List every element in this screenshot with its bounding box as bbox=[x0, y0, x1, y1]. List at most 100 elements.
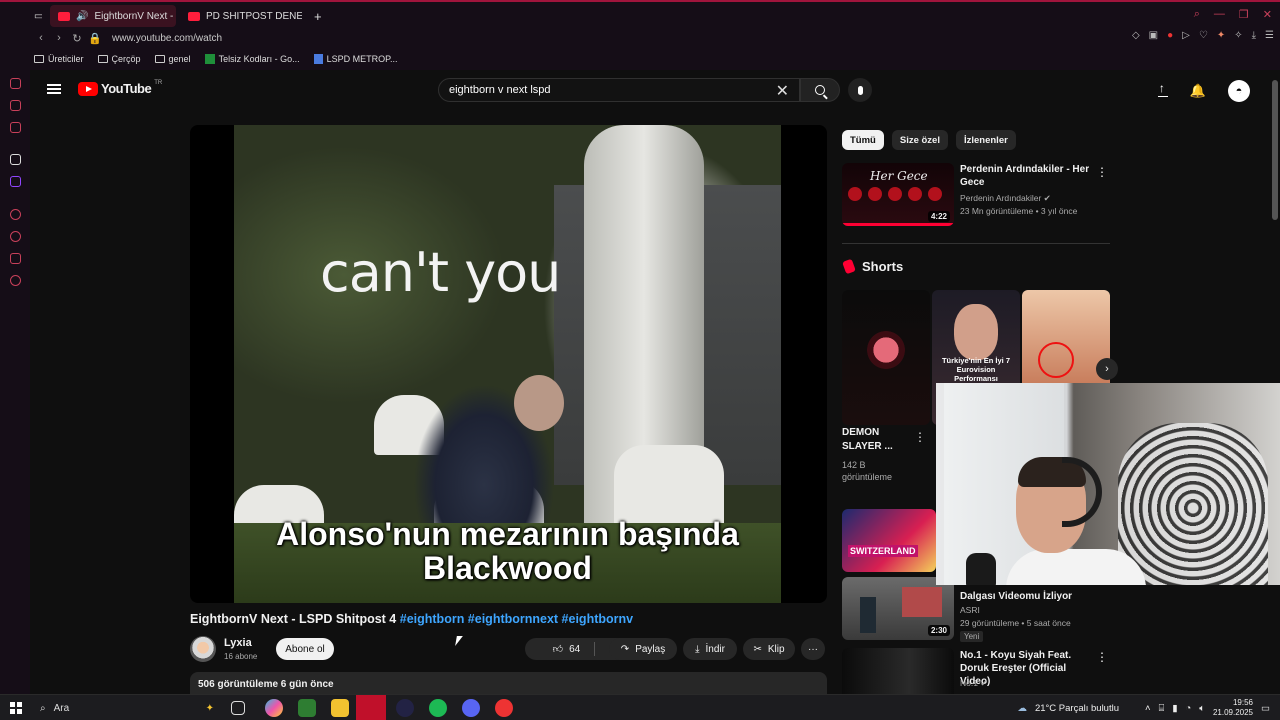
bell-icon[interactable]: 🔔 bbox=[1190, 83, 1206, 99]
chip-for-you[interactable]: Size özel bbox=[891, 130, 948, 150]
url-field[interactable]: www.youtube.com/watch bbox=[112, 33, 222, 44]
copilot-icon[interactable] bbox=[265, 699, 283, 717]
notification-icon[interactable]: ▭ bbox=[1261, 703, 1270, 714]
more-options-icon[interactable]: ⋮ bbox=[1096, 650, 1108, 664]
extension-icon[interactable]: ✦ bbox=[1217, 30, 1225, 41]
clip-button[interactable]: ✂ Klip bbox=[743, 638, 795, 660]
extensions-icon[interactable] bbox=[10, 253, 21, 264]
youtube-logo[interactable]: YouTube TR bbox=[78, 80, 162, 96]
volume-icon[interactable]: 🔈︎ bbox=[1199, 703, 1205, 714]
bookmark-folder[interactable]: genel bbox=[154, 54, 191, 64]
channel-avatar[interactable] bbox=[190, 636, 216, 662]
like-button[interactable]: 👍︎ 64 bbox=[553, 643, 581, 656]
tiktok-icon[interactable] bbox=[10, 154, 21, 165]
wifi-icon[interactable]: ◔ bbox=[1186, 703, 1192, 714]
download-icon[interactable]: ⤓ bbox=[1252, 30, 1256, 41]
puzzle-icon[interactable]: ✧ bbox=[1234, 30, 1242, 41]
voice-search-button[interactable] bbox=[848, 78, 872, 102]
share-button[interactable]: ↷ Paylaş bbox=[609, 638, 677, 660]
store-icon[interactable] bbox=[298, 699, 316, 717]
webcam-overlay bbox=[936, 383, 1280, 585]
search-input[interactable]: eightborn v next lspd ✕ bbox=[438, 78, 800, 102]
history-icon[interactable] bbox=[10, 231, 21, 242]
weather-icon[interactable]: ☁ bbox=[1017, 703, 1027, 714]
recommendation-meta: 23 Mn görüntüleme • 3 yıl önce bbox=[960, 206, 1078, 216]
bookmark-link[interactable]: LSPD METROP... bbox=[313, 54, 397, 64]
account-avatar[interactable]: ◓ bbox=[1228, 80, 1250, 102]
chip-watched[interactable]: İzlenenler bbox=[955, 130, 1016, 150]
chip-all[interactable]: Tümü bbox=[842, 130, 884, 150]
vpn-icon[interactable]: ● bbox=[1167, 30, 1173, 41]
tab-manager-icon[interactable]: ▭ bbox=[26, 5, 42, 27]
download-button[interactable]: ⤓ İndir bbox=[683, 638, 737, 660]
search-icon: ⌕ bbox=[40, 702, 46, 714]
video-frame[interactable]: can't you Alonso'nun mezarının başında B… bbox=[234, 125, 781, 603]
settings-icon[interactable] bbox=[10, 275, 21, 286]
recommendation-title[interactable]: Perdenin Ardındakiler - Her Gece bbox=[960, 163, 1095, 189]
mic-icon[interactable]: ▮ bbox=[1172, 703, 1177, 714]
recommendation-channel[interactable]: ASRI bbox=[960, 605, 980, 615]
shorts-next-button[interactable]: › bbox=[1096, 358, 1118, 380]
video-hashtags[interactable]: #eightborn #eightbornnext #eightbornv bbox=[400, 612, 633, 626]
tab-active[interactable]: 🔊 EightbornV Next - LSPD bbox=[50, 5, 176, 27]
subscribe-button[interactable]: Abone ol bbox=[276, 638, 334, 660]
menu-icon[interactable]: ☰ bbox=[1265, 30, 1274, 41]
address-bar: ‹ › ↻ 🔒 www.youtube.com/watch ◇ ▣ ● ▷ ♡ … bbox=[0, 28, 1280, 48]
chevron-up-icon[interactable]: ˄ bbox=[1145, 703, 1151, 714]
page-scrollbar[interactable] bbox=[1272, 80, 1278, 220]
recommendation-thumbnail[interactable]: Her Gece 4:22 bbox=[842, 163, 954, 226]
more-actions-button[interactable]: ··· bbox=[801, 638, 825, 660]
search-button[interactable] bbox=[800, 78, 840, 102]
bookmark-folder[interactable]: Çerçöp bbox=[97, 54, 141, 64]
recommendation-thumbnail[interactable] bbox=[842, 648, 954, 694]
twitch-icon[interactable] bbox=[10, 176, 21, 187]
opera-icon[interactable] bbox=[356, 695, 386, 720]
messenger-icon[interactable] bbox=[10, 100, 21, 111]
snapshot-icon[interactable]: ▣ bbox=[1149, 30, 1158, 41]
menu-icon[interactable] bbox=[47, 84, 61, 94]
recommendation-item[interactable]: No.1 - Koyu Siyah Feat. Doruk Ereşter (O… bbox=[842, 648, 1110, 694]
recommendation-item[interactable]: 2:30 Dalgası Videomu İzliyor ASRI 29 gör… bbox=[842, 577, 1110, 642]
more-options-icon[interactable]: ⋮ bbox=[914, 430, 926, 444]
player-icon[interactable]: ▷ bbox=[1182, 30, 1190, 41]
network-icon[interactable]: ⌸ bbox=[1159, 703, 1165, 714]
spotify-icon[interactable] bbox=[429, 699, 447, 717]
clock[interactable]: 19:56 21.09.2025 bbox=[1213, 698, 1253, 718]
windows-start-icon[interactable] bbox=[10, 702, 22, 714]
recommendation-channel[interactable]: No.1 ✔ bbox=[960, 678, 987, 689]
mail-icon[interactable] bbox=[10, 122, 21, 133]
reload-icon[interactable]: ↻ bbox=[68, 32, 86, 45]
maximize-icon[interactable]: ❐ bbox=[1239, 8, 1249, 21]
recommendation-item[interactable]: Her Gece 4:22 Perdenin Ardındakiler - He… bbox=[842, 163, 1110, 233]
short-title[interactable]: DEMON SLAYER ... bbox=[842, 426, 912, 454]
clear-search-icon[interactable]: ✕ bbox=[776, 81, 789, 101]
new-tab-button[interactable]: + bbox=[306, 5, 330, 27]
flow-icon[interactable] bbox=[10, 78, 21, 89]
app-icon[interactable] bbox=[396, 699, 414, 717]
player-icon[interactable] bbox=[10, 209, 21, 220]
forward-icon[interactable]: › bbox=[50, 32, 68, 44]
bookmark-icon[interactable]: ◇ bbox=[1132, 30, 1140, 41]
discord-icon[interactable] bbox=[462, 699, 480, 717]
channel-name[interactable]: Lyxia bbox=[224, 637, 252, 649]
tab-second[interactable]: PD SHITPOST DENEMESİ bbox=[180, 5, 302, 27]
bookmark-folder[interactable]: Üreticiler bbox=[34, 54, 84, 64]
recommendation-thumbnail[interactable]: 2:30 bbox=[842, 577, 954, 640]
close-icon[interactable]: ✕ bbox=[1263, 8, 1272, 21]
upload-icon[interactable] bbox=[1157, 81, 1168, 97]
recommendation-channel[interactable]: Perdenin Ardındakiler ✔ bbox=[960, 193, 1051, 204]
heart-icon[interactable]: ♡ bbox=[1199, 30, 1208, 41]
recommendation-thumbnail[interactable]: SWITZERLAND bbox=[842, 509, 936, 572]
search-tabs-icon[interactable]: ⌕ bbox=[1194, 8, 1200, 21]
short-item[interactable] bbox=[842, 290, 930, 425]
file-explorer-icon[interactable] bbox=[331, 699, 349, 717]
video-player[interactable]: can't you Alonso'nun mezarının başında B… bbox=[190, 125, 827, 603]
more-options-icon[interactable]: ⋮ bbox=[1096, 165, 1108, 179]
bookmark-link[interactable]: Telsiz Kodları - Go... bbox=[204, 54, 300, 64]
back-icon[interactable]: ‹ bbox=[32, 32, 50, 44]
taskbar-search[interactable]: ⌕ Ara ✦ bbox=[34, 698, 214, 718]
recommendation-title[interactable]: Dalgası Videomu İzliyor bbox=[960, 590, 1095, 603]
task-view-icon[interactable] bbox=[231, 701, 245, 715]
obs-icon[interactable] bbox=[495, 699, 513, 717]
minimize-icon[interactable]: — bbox=[1214, 8, 1225, 21]
